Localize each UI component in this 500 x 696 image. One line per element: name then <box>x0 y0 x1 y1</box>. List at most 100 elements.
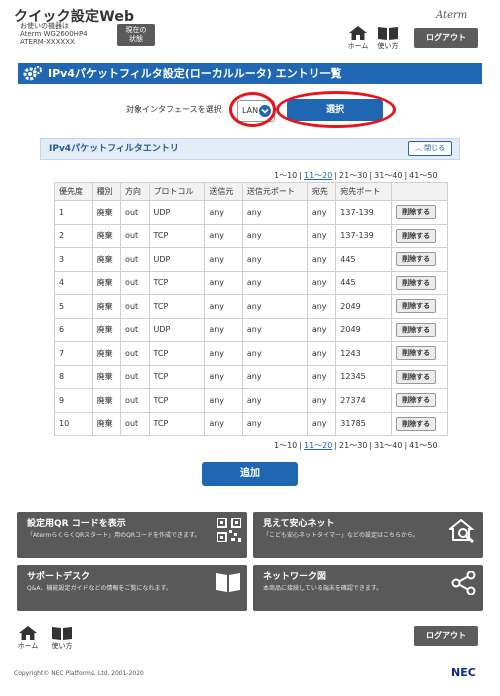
table-cell: out <box>120 411 150 436</box>
footer-home-button[interactable]: ホーム <box>16 626 40 651</box>
mieteanshin-card[interactable]: 見えて安心ネット 「こども安心ネットタイマー」などの設定はこちらから。 <box>253 512 483 558</box>
delete-button[interactable]: 削除する <box>396 228 437 243</box>
table-cell: any <box>204 223 243 248</box>
status-button[interactable]: 現在の 状態 <box>117 24 155 46</box>
table-cell: any <box>306 294 337 319</box>
table-cell-action: 削除する <box>391 341 448 366</box>
book-icon <box>52 627 72 640</box>
table-cell: UDP <box>148 247 206 272</box>
qr-code-card[interactable]: 設定用QR コードを表示 「AtermらくらくQRスタート」用のQRコードを作成… <box>17 512 247 558</box>
network-map-card[interactable]: ネットワーク図 本商品に接続している端末を確認できます。 <box>253 565 483 611</box>
pager-bottom-page-link[interactable]: 31～40 <box>373 441 403 450</box>
home-button[interactable]: ホーム <box>346 26 370 51</box>
book-icon <box>216 573 240 592</box>
table-cell: any <box>306 341 337 366</box>
table-cell: any <box>204 364 243 389</box>
table-cell: 12345 <box>335 364 393 389</box>
table-cell: 2049 <box>335 294 393 319</box>
logout-button[interactable]: ログアウト <box>414 28 478 48</box>
footer-guide-label: 使い方 <box>51 642 73 650</box>
pager-top-page-link[interactable]: 31～40 <box>373 171 403 180</box>
table-cell: 廃棄 <box>91 364 122 389</box>
table-cell: any <box>306 223 337 248</box>
pager-bottom-page-link[interactable]: 41～50 <box>408 441 438 450</box>
table-cell: any <box>306 200 337 225</box>
table-cell: 445 <box>335 270 393 295</box>
delete-button[interactable]: 削除する <box>396 416 437 431</box>
table-cell: any <box>241 223 308 248</box>
column-header: プロトコル <box>148 182 206 201</box>
table-cell: 廃棄 <box>91 200 122 225</box>
footer-guide-button[interactable]: 使い方 <box>50 626 74 651</box>
table-cell: any <box>241 294 308 319</box>
pager-bottom-page-link[interactable]: 1～10 <box>273 441 298 450</box>
delete-button[interactable]: 削除する <box>396 369 437 384</box>
table-cell-action: 削除する <box>391 411 448 436</box>
delete-button[interactable]: 削除する <box>396 205 437 220</box>
delete-button[interactable]: 削除する <box>396 299 437 314</box>
table-cell: 1243 <box>335 341 393 366</box>
support-desk-card[interactable]: サポートデスク Q&A、機能設定ガイドなどの情報をご覧になれます。 <box>17 565 247 611</box>
table-cell: any <box>241 341 308 366</box>
add-button[interactable]: 追加 <box>202 462 298 486</box>
copyright: Copyright© NEC Platforms, Ltd. 2001-2020 <box>14 670 144 677</box>
chevron-up-icon: ︿ <box>414 144 422 152</box>
device-label: お使いの機器は <box>20 22 69 30</box>
footer-logout-button[interactable]: ログアウト <box>414 626 478 646</box>
table-cell: UDP <box>148 200 206 225</box>
table-cell: 7 <box>54 341 93 366</box>
table-body: 1 廃棄 out UDP any any any 137-139 削除する 2 廃棄 out TCP an… <box>54 200 448 436</box>
card-description: 「こども安心ネットタイマー」などの設定はこちらから。 <box>263 532 420 539</box>
delete-button[interactable]: 削除する <box>396 275 437 290</box>
table-cell: 廃棄 <box>91 294 122 319</box>
table-cell: TCP <box>148 388 206 413</box>
table-cell: TCP <box>148 223 206 248</box>
interface-label: 対象インタフェースを選択 <box>126 105 222 114</box>
column-header: 優先度 <box>54 182 93 201</box>
card-title: 見えて安心ネット <box>263 519 335 529</box>
table-row: 7 廃棄 out TCP any any any 1243 削除する <box>54 341 448 366</box>
table-cell: any <box>241 388 308 413</box>
home-icon <box>349 26 367 40</box>
aterm-logo: Aterm <box>436 10 468 21</box>
pager-top-page-link[interactable]: 1～10 <box>273 171 298 180</box>
card-title: ネットワーク図 <box>263 572 327 582</box>
table-cell: TCP <box>148 364 206 389</box>
table-cell: out <box>120 388 150 413</box>
table-cell: any <box>241 270 308 295</box>
collapse-button[interactable]: ︿ 閉じる <box>408 141 452 156</box>
table-cell: 3 <box>54 247 93 272</box>
table-cell: any <box>204 411 243 436</box>
table-header-row: 優先度 種別 方向 プロトコル 送信元 送信元ポート 宛先 宛先ポート <box>54 182 448 201</box>
table-cell-action: 削除する <box>391 247 448 272</box>
qr-code-icon <box>217 518 241 542</box>
table-cell: 8 <box>54 364 93 389</box>
delete-button[interactable]: 削除する <box>396 252 437 267</box>
table-cell: out <box>120 200 150 225</box>
table-row: 3 廃棄 out UDP any any any 445 削除する <box>54 247 448 272</box>
delete-button[interactable]: 削除する <box>396 322 437 337</box>
pager-top-page-link[interactable]: 41～50 <box>408 171 438 180</box>
table-cell: 4 <box>54 270 93 295</box>
column-header: 送信元 <box>204 182 243 201</box>
table-cell: 2 <box>54 223 93 248</box>
page-title-text: IPv4パケットフィルタ設定(ローカルルータ) エントリ一覧 <box>48 67 342 80</box>
table-cell: any <box>306 317 337 342</box>
table-cell: 廃棄 <box>91 247 122 272</box>
pager-bottom-page-link[interactable]: 11～20 <box>303 441 333 450</box>
table-cell: 445 <box>335 247 393 272</box>
pager-bottom-page-link[interactable]: 21～30 <box>338 441 368 450</box>
column-header: 種別 <box>91 182 122 201</box>
table-cell: TCP <box>148 270 206 295</box>
home-icon <box>19 626 37 640</box>
pager-top-page-link[interactable]: 21～30 <box>338 171 368 180</box>
delete-button[interactable]: 削除する <box>396 393 437 408</box>
table-cell: 9 <box>54 388 93 413</box>
table-cell: any <box>241 200 308 225</box>
delete-button[interactable]: 削除する <box>396 346 437 361</box>
guide-button[interactable]: 使い方 <box>376 26 400 51</box>
pager-top-page-link[interactable]: 11～20 <box>303 171 333 180</box>
table-cell-action: 削除する <box>391 294 448 319</box>
table-cell: any <box>306 247 337 272</box>
filter-table: 優先度 種別 方向 プロトコル 送信元 送信元ポート 宛先 宛先ポート 1 廃棄 out UDP an… <box>54 182 448 436</box>
